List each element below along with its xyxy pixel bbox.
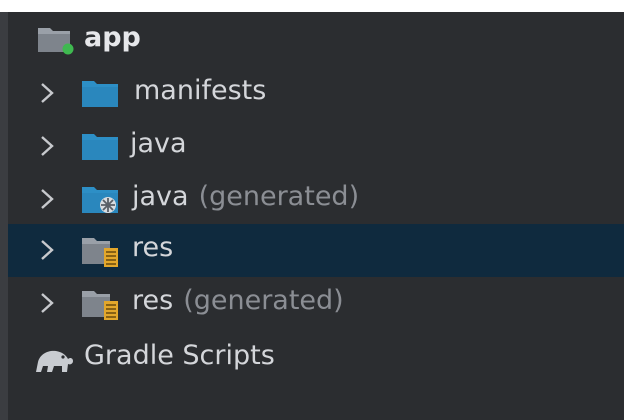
generated-resources-folder-icon bbox=[82, 291, 118, 320]
tree-row-java-generated[interactable]: java (generated) bbox=[8, 173, 624, 226]
tree-row-gradle-scripts[interactable]: Gradle Scripts bbox=[8, 332, 624, 385]
item-name: Gradle Scripts bbox=[84, 340, 275, 371]
gradle-elephant-icon bbox=[36, 350, 73, 372]
folder-label: manifests bbox=[134, 75, 266, 106]
chevron-right-icon[interactable] bbox=[36, 289, 60, 317]
folder-label: java (generated) bbox=[132, 181, 359, 212]
item-name: java bbox=[130, 128, 187, 159]
chevron-right-icon[interactable] bbox=[36, 132, 60, 160]
folder-label: res (generated) bbox=[132, 285, 344, 316]
left-gutter bbox=[0, 12, 8, 420]
module-folder-icon bbox=[38, 28, 74, 55]
top-edge bbox=[0, 0, 624, 12]
project-tree-panel: app manifests java java (generated) res … bbox=[0, 0, 624, 420]
source-folder-icon bbox=[82, 134, 118, 160]
item-name: res bbox=[132, 285, 174, 316]
generated-source-folder-icon bbox=[82, 187, 118, 213]
folder-label: java bbox=[130, 128, 187, 159]
item-suffix: (generated) bbox=[183, 285, 344, 316]
chevron-right-icon[interactable] bbox=[36, 236, 60, 264]
gradle-scripts-label: Gradle Scripts bbox=[84, 340, 275, 371]
tree-row-res[interactable]: res bbox=[8, 224, 624, 277]
folder-icon bbox=[82, 81, 118, 107]
tree-row-manifests[interactable]: manifests bbox=[8, 67, 624, 120]
item-suffix: (generated) bbox=[198, 181, 360, 212]
resources-folder-icon bbox=[82, 238, 118, 267]
tree-row-app[interactable]: app bbox=[8, 14, 624, 67]
item-name: manifests bbox=[134, 75, 267, 106]
tree-row-java[interactable]: java bbox=[8, 120, 624, 173]
chevron-right-icon[interactable] bbox=[36, 185, 60, 213]
tree-row-res-generated[interactable]: res (generated) bbox=[8, 277, 624, 330]
item-name: java bbox=[132, 181, 189, 212]
folder-label: res bbox=[132, 232, 173, 263]
module-name: app bbox=[84, 22, 141, 53]
chevron-right-icon[interactable] bbox=[36, 79, 60, 107]
item-name: res bbox=[132, 232, 174, 263]
